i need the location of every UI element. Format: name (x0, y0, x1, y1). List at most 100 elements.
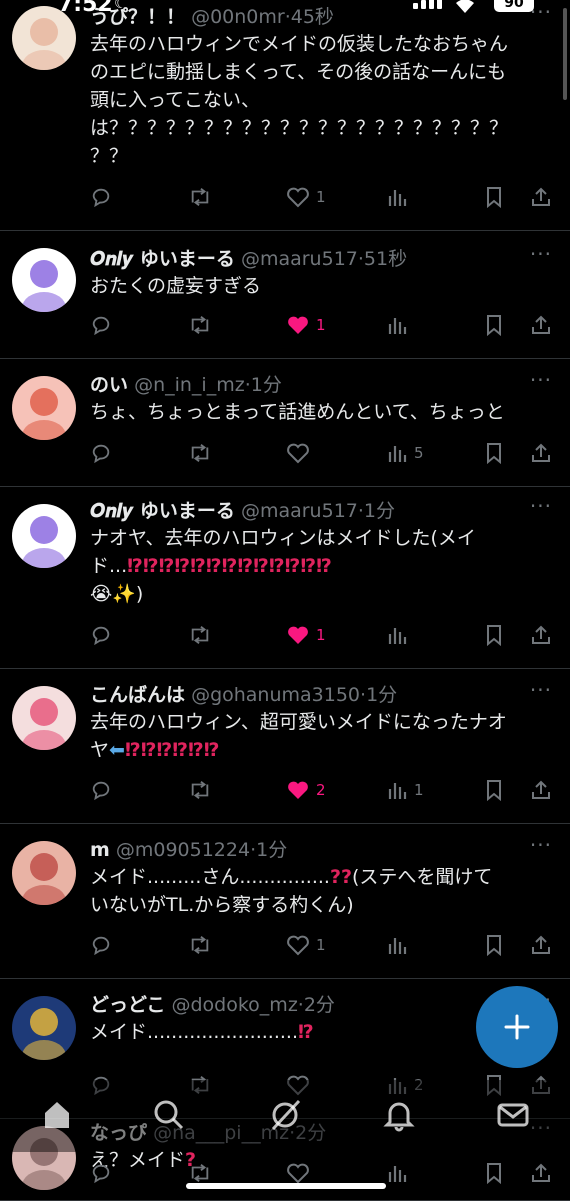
home-icon[interactable] (40, 1098, 74, 1132)
avatar[interactable] (12, 376, 76, 440)
more-options-icon[interactable]: ··· (530, 494, 552, 518)
tweet[interactable]: 𝑶𝒏𝒍𝒚 ゆいまーる @maaru517·1分 ナオヤ、去年のハロウィンはメイドし… (0, 486, 570, 669)
share-button[interactable] (530, 775, 552, 805)
views-button[interactable] (386, 620, 414, 650)
avatar[interactable] (12, 686, 76, 750)
user-handle[interactable]: @n_in_i_mz (134, 374, 245, 396)
tweet-text: 去年のハロウィン、超可愛いメイドになったナオ ヤ⬅⁉⁉⁉⁉⁉⁉ (90, 708, 556, 764)
share-button[interactable] (530, 1158, 552, 1188)
grok-icon[interactable] (268, 1098, 302, 1132)
user-handle[interactable]: @dodoko_mz (171, 994, 297, 1016)
more-options-icon[interactable]: ··· (530, 242, 552, 266)
retweet-button[interactable] (188, 310, 212, 340)
bookmark-button[interactable] (484, 310, 504, 340)
share-icon (530, 314, 552, 336)
count: 1 (316, 188, 326, 206)
like-button[interactable]: 1 (286, 182, 326, 212)
reply-button[interactable] (90, 310, 112, 340)
like-button[interactable]: 2 (286, 775, 326, 805)
bookmark-button[interactable] (484, 775, 504, 805)
avatar[interactable] (12, 996, 76, 1060)
reply-button[interactable] (90, 182, 112, 212)
retweet-button[interactable] (188, 182, 212, 212)
tweet[interactable]: こんばんは @gohanuma3150·1分 去年のハロウィン、超可愛いメイドにな… (0, 668, 570, 824)
share-button[interactable] (530, 438, 552, 468)
search-icon[interactable] (152, 1098, 186, 1132)
retweet-icon (188, 186, 212, 208)
like-icon (286, 314, 310, 336)
tweet-text: メイド.........さん...............??(ステへを聞けてい… (90, 863, 556, 919)
display-name[interactable]: こんばんは (90, 684, 185, 706)
views-button[interactable] (386, 310, 414, 340)
views-button[interactable]: 1 (386, 775, 424, 805)
share-button[interactable] (530, 620, 552, 650)
compose-button[interactable] (476, 986, 558, 1068)
display-name[interactable]: のい (90, 374, 128, 396)
count: 2 (316, 781, 326, 799)
user-handle[interactable]: @maaru517 (241, 248, 358, 270)
bookmark-button[interactable] (484, 1158, 504, 1188)
display-name[interactable]: m (90, 839, 110, 861)
views-button[interactable] (386, 1158, 414, 1188)
tweet[interactable]: m @m09051224·1分 メイド.........さん...........… (0, 823, 570, 979)
bookmark-icon (484, 779, 504, 801)
tweet-time[interactable]: 1分 (256, 839, 287, 861)
signal-icon (413, 0, 442, 9)
like-button[interactable] (286, 438, 316, 468)
mail-icon[interactable] (496, 1098, 530, 1132)
more-options-icon[interactable]: ··· (530, 833, 552, 857)
reply-button[interactable] (90, 775, 112, 805)
tweet-content: うぴ？！！ @00n0mr·45秒 去年のハロウィンでメイドの仮装したなおちゃんの… (90, 0, 556, 170)
share-button[interactable] (530, 182, 552, 212)
bell-icon[interactable] (382, 1098, 416, 1132)
more-options-icon[interactable]: ··· (530, 368, 552, 392)
count: 1 (316, 316, 326, 334)
reply-button[interactable] (90, 438, 112, 468)
retweet-button[interactable] (188, 930, 212, 960)
user-handle[interactable]: @maaru517 (241, 500, 358, 522)
bookmark-button[interactable] (484, 438, 504, 468)
bookmark-button[interactable] (484, 620, 504, 650)
tweet-time[interactable]: 2分 (304, 994, 335, 1016)
tweet[interactable]: うぴ？！！ @00n0mr·45秒 去年のハロウィンでメイドの仮装したなおちゃんの… (0, 0, 570, 231)
tweet-text-line: いないがTL.から察する杓くん) (90, 894, 354, 916)
tweet-text-line: のエピに動揺しまくって、その後の話なーんにも (90, 61, 507, 83)
avatar[interactable] (12, 841, 76, 905)
tweet[interactable]: 𝑶𝒏𝒍𝒚 ゆいまーる @maaru517·51秒 おたくの虚妄すぎる ··· 1 (0, 230, 570, 359)
bookmark-button[interactable] (484, 182, 504, 212)
display-name[interactable]: 𝑶𝒏𝒍𝒚 ゆいまーる (90, 248, 235, 270)
retweet-button[interactable] (188, 438, 212, 468)
user-handle[interactable]: @m09051224 (116, 839, 250, 861)
tweet-content: こんばんは @gohanuma3150·1分 去年のハロウィン、超可愛いメイドにな… (90, 668, 556, 764)
views-button[interactable]: 5 (386, 438, 424, 468)
tweet-time[interactable]: 1分 (251, 374, 282, 396)
retweet-button[interactable] (188, 775, 212, 805)
tweet-time[interactable]: 1分 (364, 500, 395, 522)
bookmark-icon (484, 314, 504, 336)
scrollbar[interactable] (563, 8, 567, 100)
display-name[interactable]: 𝑶𝒏𝒍𝒚 ゆいまーる (90, 500, 235, 522)
views-button[interactable] (386, 182, 414, 212)
tweet[interactable]: のい @n_in_i_mz·1分 ちょ、ちょっとまって話進めんといて、ちょっと ··… (0, 358, 570, 487)
tweet-time[interactable]: 1分 (366, 684, 397, 706)
retweet-button[interactable] (188, 620, 212, 650)
avatar[interactable] (12, 248, 76, 312)
more-options-icon[interactable]: ··· (530, 678, 552, 702)
views-button[interactable] (386, 930, 414, 960)
share-button[interactable] (530, 930, 552, 960)
like-button[interactable]: 1 (286, 930, 326, 960)
share-button[interactable] (530, 310, 552, 340)
bookmark-button[interactable] (484, 930, 504, 960)
like-button[interactable]: 1 (286, 620, 326, 650)
tweet-actions: 5 (90, 438, 556, 468)
display-name[interactable]: どっどこ (90, 994, 165, 1016)
user-handle[interactable]: @gohanuma3150 (191, 684, 360, 706)
reply-button[interactable] (90, 1158, 112, 1188)
reply-button[interactable] (90, 620, 112, 650)
reply-button[interactable] (90, 930, 112, 960)
avatar[interactable] (12, 504, 76, 568)
reply-icon (90, 1162, 112, 1184)
tweet-actions: 1 (90, 310, 556, 340)
tweet-time[interactable]: 51秒 (364, 248, 407, 270)
like-button[interactable]: 1 (286, 310, 326, 340)
